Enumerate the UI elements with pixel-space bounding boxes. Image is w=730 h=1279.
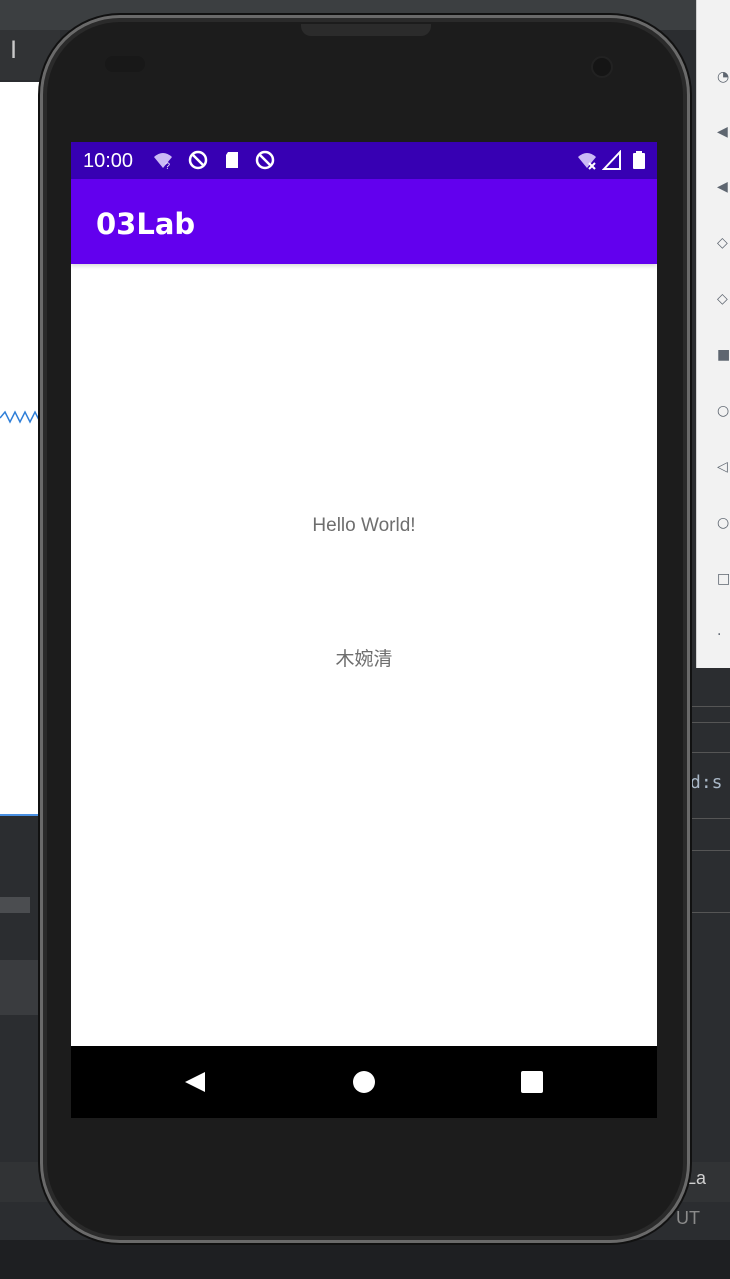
proximity-sensor (105, 56, 145, 72)
status-time: 10:00 (83, 150, 134, 172)
status-bar: 10:00 ? (71, 142, 657, 179)
hello-world-text: Hello World! (312, 515, 416, 536)
rotate-right-icon[interactable]: ◇ (717, 292, 730, 306)
front-camera (591, 56, 613, 78)
more-icon[interactable]: · (717, 628, 730, 642)
power-icon[interactable]: ◔ (717, 70, 730, 84)
wifi-question-icon: ? (154, 153, 172, 170)
device-screen[interactable]: 10:00 ? 03Lab Hello World! 木婉清 (71, 142, 657, 1118)
ide-right-code-area (690, 668, 730, 918)
battery-icon (633, 151, 645, 169)
wifi-off-icon (578, 153, 596, 170)
camera-icon[interactable]: ■ (717, 348, 730, 362)
volume-down-icon[interactable]: ◀ (717, 180, 730, 194)
signal-icon (602, 150, 621, 170)
app-title: 03Lab (96, 207, 196, 241)
code-fragment: d:s (690, 772, 723, 793)
name-text: 木婉清 (335, 649, 393, 670)
back-icon[interactable]: ◁ (717, 460, 730, 474)
blocked-icon (188, 150, 208, 170)
recents-button[interactable] (520, 1070, 544, 1094)
earpiece-speaker (301, 24, 431, 36)
back-button[interactable] (183, 1070, 207, 1094)
blocked-icon (255, 150, 275, 170)
home-icon[interactable]: ○ (717, 516, 730, 530)
svg-text:?: ? (165, 161, 170, 170)
ide-scrollbar[interactable] (0, 897, 30, 913)
emulator-side-toolbar: ◔ ◀ ◀ ◇ ◇ ■ ○ ◁ ○ □ · (696, 0, 730, 668)
app-bar: 03Lab (71, 179, 657, 264)
navigation-bar (71, 1046, 657, 1118)
text-cursor-icon[interactable]: I (10, 36, 17, 64)
zoom-icon[interactable]: ○ (717, 404, 730, 418)
rotate-left-icon[interactable]: ◇ (717, 236, 730, 250)
overview-icon[interactable]: □ (717, 572, 730, 586)
home-button[interactable] (352, 1070, 376, 1094)
ide-taskbar (0, 1240, 730, 1279)
volume-up-icon[interactable]: ◀ (717, 125, 730, 139)
sd-card-icon (226, 152, 238, 168)
